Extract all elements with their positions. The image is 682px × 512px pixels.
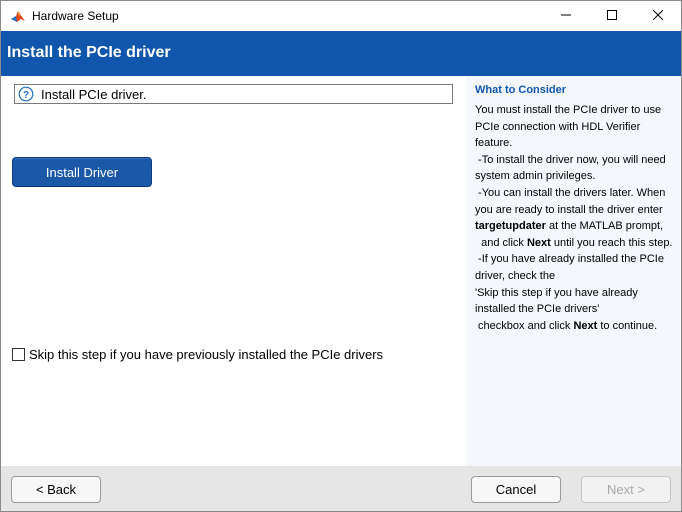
side-text-line: -You can install the drivers later. When — [475, 185, 673, 202]
next-button[interactable]: Next > — [581, 476, 671, 503]
footer-bar: < Back Cancel Next > — [1, 466, 681, 511]
side-text-line: checkbox and click Next to continue. — [475, 318, 673, 335]
skip-checkbox-label[interactable]: Skip this step if you have previously in… — [29, 347, 383, 362]
page-title: Install the PCIe driver — [7, 44, 171, 61]
side-text-segment: -To install the driver now, you will nee… — [475, 153, 666, 166]
side-text-segment: driver, check the — [475, 269, 556, 282]
maximize-button[interactable] — [589, 1, 635, 31]
close-icon — [652, 7, 664, 25]
side-text-line: feature. — [475, 135, 673, 152]
side-text-line: installed the PCIe drivers' — [475, 301, 673, 318]
back-button[interactable]: < Back — [11, 476, 101, 503]
side-text-segment: until you reach this step. — [550, 236, 673, 249]
window-title: Hardware Setup — [32, 9, 119, 23]
side-text-segment: 'Skip this step if you have already — [475, 286, 638, 299]
hardware-setup-window: Hardware Setup Install the PCIe driver ? — [0, 0, 682, 512]
title-bar[interactable]: Hardware Setup — [1, 1, 681, 31]
side-text-line: and click Next until you reach this step… — [475, 235, 673, 252]
info-box: ? Install PCIe driver. — [14, 84, 453, 104]
side-text-segment: you are ready to install the driver ente… — [475, 203, 663, 216]
matlab-logo-icon — [10, 8, 26, 24]
minimize-icon — [561, 7, 571, 25]
install-driver-button[interactable]: Install Driver — [12, 157, 152, 187]
what-to-consider-panel: What to Consider You must install the PC… — [466, 76, 681, 466]
svg-text:?: ? — [23, 90, 29, 101]
main-panel: ? Install PCIe driver. Install Driver Sk… — [1, 76, 466, 466]
side-text-segment: installed the PCIe drivers' — [475, 303, 600, 316]
skip-checkbox[interactable] — [12, 348, 25, 361]
side-text-segment: to continue. — [597, 319, 658, 332]
side-text-emphasis: Next — [573, 319, 598, 332]
side-text-emphasis: Next — [526, 236, 551, 249]
side-text-segment: feature. — [475, 137, 513, 150]
side-text-segment: at the MATLAB prompt, — [545, 220, 664, 233]
help-icon[interactable]: ? — [18, 86, 34, 102]
side-text: You must install the PCIe driver to use P… — [475, 102, 673, 334]
side-text-line: 'Skip this step if you have already — [475, 285, 673, 302]
side-heading: What to Consider — [475, 84, 567, 96]
side-text-line: driver, check the — [475, 268, 673, 285]
side-text-line: you are ready to install the driver ente… — [475, 202, 673, 219]
side-text-line: system admin privileges. — [475, 168, 673, 185]
side-text-line: -If you have already installed the PCIe — [475, 251, 673, 268]
side-text-segment: and click — [475, 236, 527, 249]
step-header: Install the PCIe driver — [1, 31, 681, 76]
info-text: Install PCIe driver. — [41, 87, 147, 102]
side-text-segment: -You can install the drivers later. When — [475, 186, 666, 199]
side-text-line: -To install the driver now, you will nee… — [475, 152, 673, 169]
close-button[interactable] — [635, 1, 681, 31]
side-text-line: targetupdater at the MATLAB prompt, — [475, 218, 673, 235]
side-text-segment: You must install the PCIe driver to use — [475, 104, 662, 116]
side-text-segment: PCIe connection with HDL Verifier — [475, 120, 641, 133]
side-text-segment: -If you have already installed the PCIe — [475, 253, 664, 266]
side-text-segment: checkbox and click — [475, 319, 574, 332]
side-text-segment: system admin privileges. — [475, 170, 596, 183]
side-text-line: PCIe connection with HDL Verifier — [475, 119, 673, 136]
side-text-line: You must install the PCIe driver to use — [475, 102, 673, 119]
side-text-emphasis: targetupdater — [475, 220, 546, 233]
maximize-icon — [607, 7, 617, 25]
cancel-button[interactable]: Cancel — [471, 476, 561, 503]
minimize-button[interactable] — [543, 1, 589, 31]
